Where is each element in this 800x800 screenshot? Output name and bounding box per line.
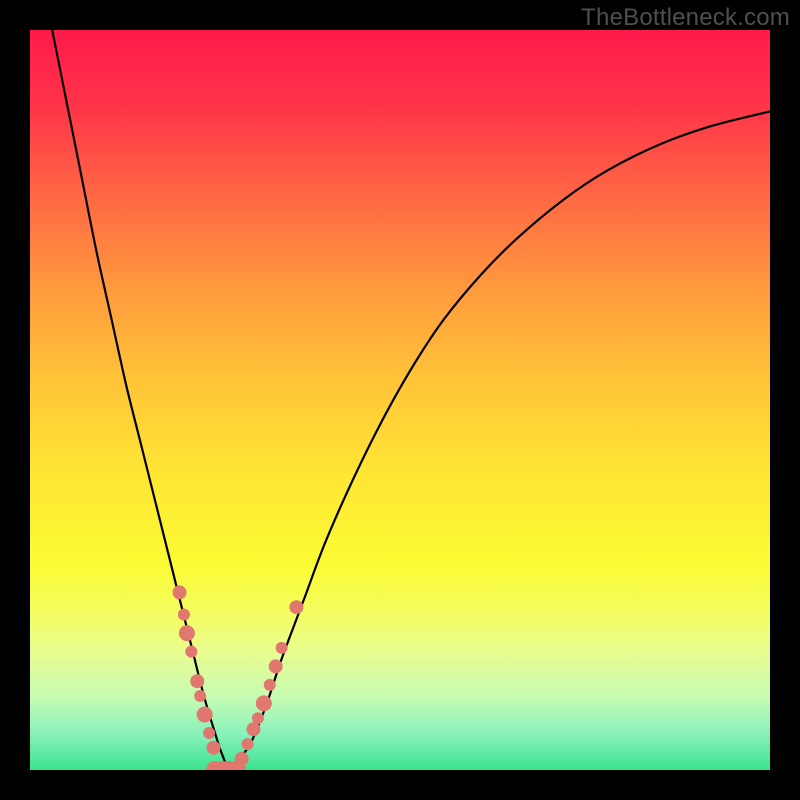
marker-point [276, 642, 288, 654]
marker-point [242, 738, 254, 750]
marker-point [207, 741, 221, 755]
gradient-background [30, 30, 770, 770]
chart-frame: TheBottleneck.com [0, 0, 800, 800]
chart-svg [30, 30, 770, 770]
marker-point [185, 646, 197, 658]
marker-point [197, 707, 213, 723]
marker-point [190, 674, 204, 688]
plot-area [30, 30, 770, 770]
marker-point [194, 690, 206, 702]
marker-point [178, 609, 190, 621]
marker-point [269, 659, 283, 673]
marker-point [246, 722, 260, 736]
marker-point [172, 585, 186, 599]
marker-point [203, 727, 215, 739]
watermark-text: TheBottleneck.com [581, 4, 790, 32]
marker-point [252, 712, 264, 724]
marker-point [179, 625, 195, 641]
marker-point [256, 695, 272, 711]
marker-point [264, 679, 276, 691]
marker-point [289, 600, 303, 614]
marker-point [235, 752, 249, 766]
